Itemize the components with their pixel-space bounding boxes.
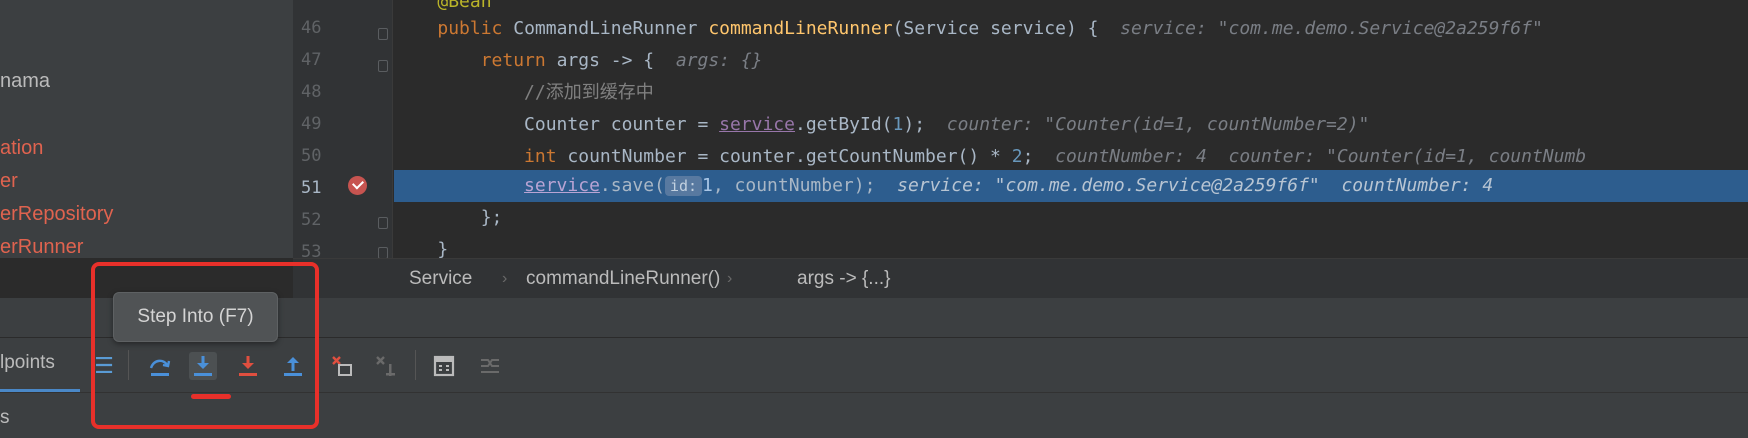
tree-item[interactable]: nama [0,70,50,93]
line-number: 48 [301,82,322,102]
fold-marker-icon[interactable] [378,60,388,72]
breadcrumb-separator: › [502,270,508,287]
code-line: //添加到缓存中 [524,82,654,103]
parameter-hint: id: [664,176,703,196]
breadcrumb-item[interactable]: Service [409,259,472,299]
breadcrumb: Service › commandLineRunner() › args -> … [293,258,1748,298]
trace-current-stream-button[interactable] [476,352,504,380]
line-number: 49 [301,114,322,134]
inline-debug-value: countNumber: 4 [1055,146,1207,167]
line-number: 46 [301,18,322,38]
inline-debug-value: service: "com.me.demo.Service@2a259f6f" [1120,18,1543,39]
code-line-execution-point: service.save(id: 1, countNumber); service… [394,170,1748,202]
evaluate-expression-icon [433,355,455,377]
code-line: public CommandLineRunner commandLineRunn… [437,18,1543,39]
frames-label: s [0,407,10,428]
tree-item[interactable]: er [0,170,18,193]
code-line: }; [480,207,503,228]
line-number: 47 [301,50,322,70]
tab-breakpoints[interactable]: lpoints [0,352,55,374]
fold-marker-icon[interactable] [378,28,388,40]
tree-item[interactable]: erRepository [0,203,113,226]
breadcrumb-separator: › [727,270,733,287]
toolbar-divider [415,350,416,380]
editor-gutter[interactable]: 46 47 48 49 50 51 52 53 [293,0,393,262]
breakpoint-icon[interactable] [348,176,367,195]
evaluate-expression-button[interactable] [430,352,458,380]
inline-debug-value: countNumber: 4 [1341,175,1494,196]
line-number: 50 [301,146,322,166]
inline-debug-value: counter: "Counter(id=1, countNumber=2)" [946,114,1370,135]
line-number-current: 51 [301,178,322,198]
line-number: 52 [301,210,322,230]
code-line: } [437,239,449,258]
code-line: Counter counter = service.getById(1); co… [524,114,1370,135]
drop-frame-button[interactable] [328,352,356,380]
code-editor[interactable]: @Bean public CommandLineRunner commandLi… [394,0,1748,258]
project-tree-panel: nama ation er erRepository erRunner erSe… [0,0,293,258]
annotation-highlight-box [91,262,319,429]
drop-frame-icon [332,356,352,376]
run-to-cursor-button[interactable] [372,352,400,380]
run-to-cursor-icon [376,356,395,376]
fold-marker-icon[interactable] [378,217,388,229]
breadcrumb-item[interactable]: commandLineRunner() [526,259,720,299]
tree-item[interactable]: erRunner [0,236,83,258]
trace-current-stream-icon [481,359,499,373]
inline-debug-value: counter: "Counter(id=1, countNumb [1228,146,1587,167]
breadcrumb-item[interactable]: args -> {...} [797,259,890,299]
inline-debug-value: service: "com.me.demo.Service@2a259f6f" [897,175,1320,196]
tree-item[interactable]: ation [0,137,43,160]
inline-debug-value: args: {} [675,50,763,71]
code-line: int countNumber = counter.getCountNumber… [524,146,1587,167]
code-line: return args -> { args: {} [480,50,763,71]
